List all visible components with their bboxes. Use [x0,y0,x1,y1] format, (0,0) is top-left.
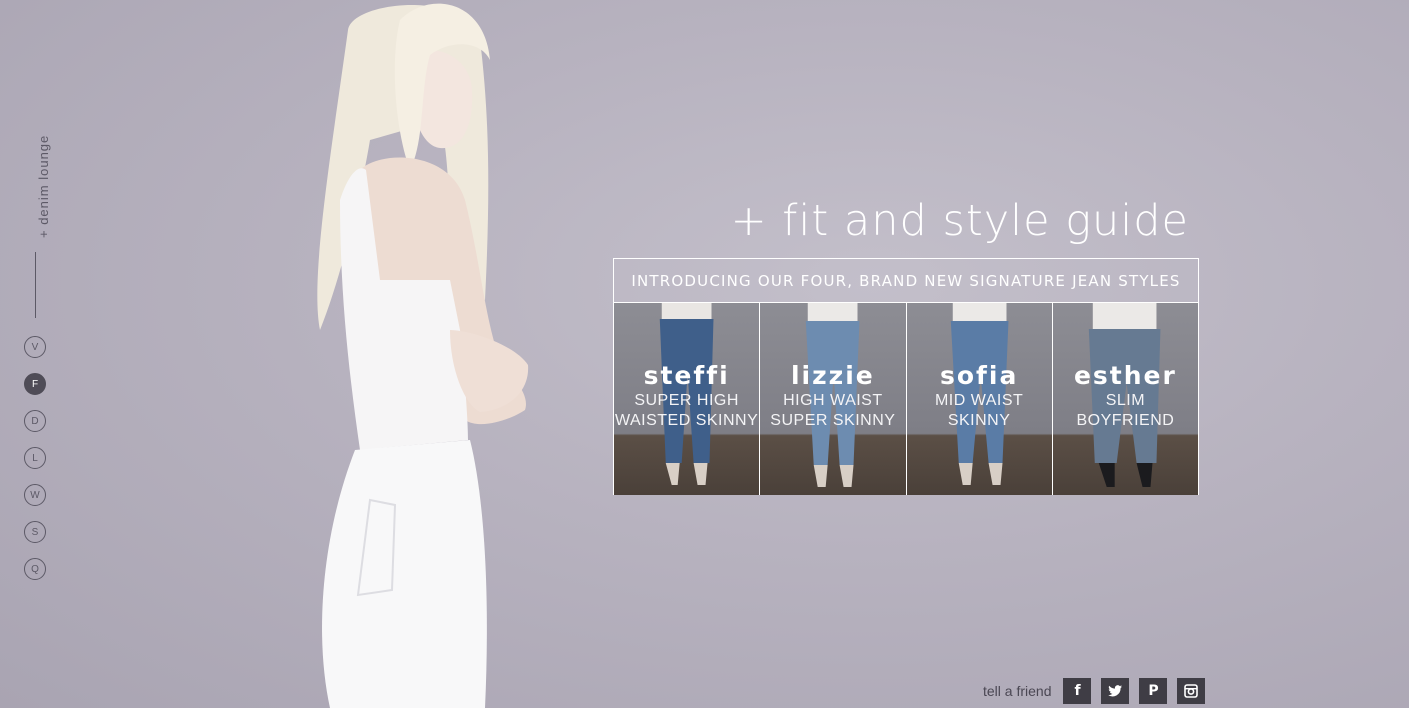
pinterest-icon[interactable]: P [1139,678,1168,704]
nav-item-w[interactable]: W [24,484,46,506]
style-description: SLIM BOYFRIEND [1076,392,1175,429]
style-card-esther[interactable]: esther SLIM BOYFRIEND [1052,303,1198,495]
facebook-icon[interactable]: f [1063,678,1092,704]
guide-header: INTRODUCING OUR FOUR, BRAND NEW SIGNATUR… [614,259,1198,303]
page-title: + fit and style guide [730,196,1189,246]
nav-item-s[interactable]: S [24,521,46,543]
sidebar-divider [35,252,36,318]
style-name: lizzie [790,361,875,390]
style-description: SUPER HIGH WAISTED SKINNY [614,392,759,429]
nav-item-f[interactable]: F [24,373,46,395]
style-description: MID WAIST SKINNY [934,392,1024,429]
style-card-steffi[interactable]: steffi SUPER HIGH WAISTED SKINNY [614,303,761,495]
model-image [317,3,529,708]
style-name: esther [1073,361,1177,390]
nav-item-q[interactable]: Q [24,558,46,580]
nav-item-v[interactable]: V [24,336,46,358]
twitter-icon[interactable] [1101,678,1130,704]
style-guide: INTRODUCING OUR FOUR, BRAND NEW SIGNATUR… [613,258,1199,495]
style-card-lizzie[interactable]: lizzie HIGH WAIST SUPER SKINNY [760,303,907,495]
style-name: sofia [939,361,1019,390]
section-nav: V F D L W S Q [24,336,46,580]
style-grid: steffi SUPER HIGH WAISTED SKINNY lizzie … [614,303,1198,495]
style-description: HIGH WAIST SUPER SKINNY [770,392,896,429]
nav-item-l[interactable]: L [24,447,46,469]
style-name: steffi [643,361,730,390]
share-label: tell a friend [983,683,1052,699]
instagram-icon[interactable] [1177,678,1206,704]
share-bar: tell a friend f P [983,678,1206,704]
denim-lounge-link[interactable]: + denim lounge [36,135,51,238]
nav-item-d[interactable]: D [24,410,46,432]
style-card-sofia[interactable]: sofia MID WAIST SKINNY [906,303,1053,495]
